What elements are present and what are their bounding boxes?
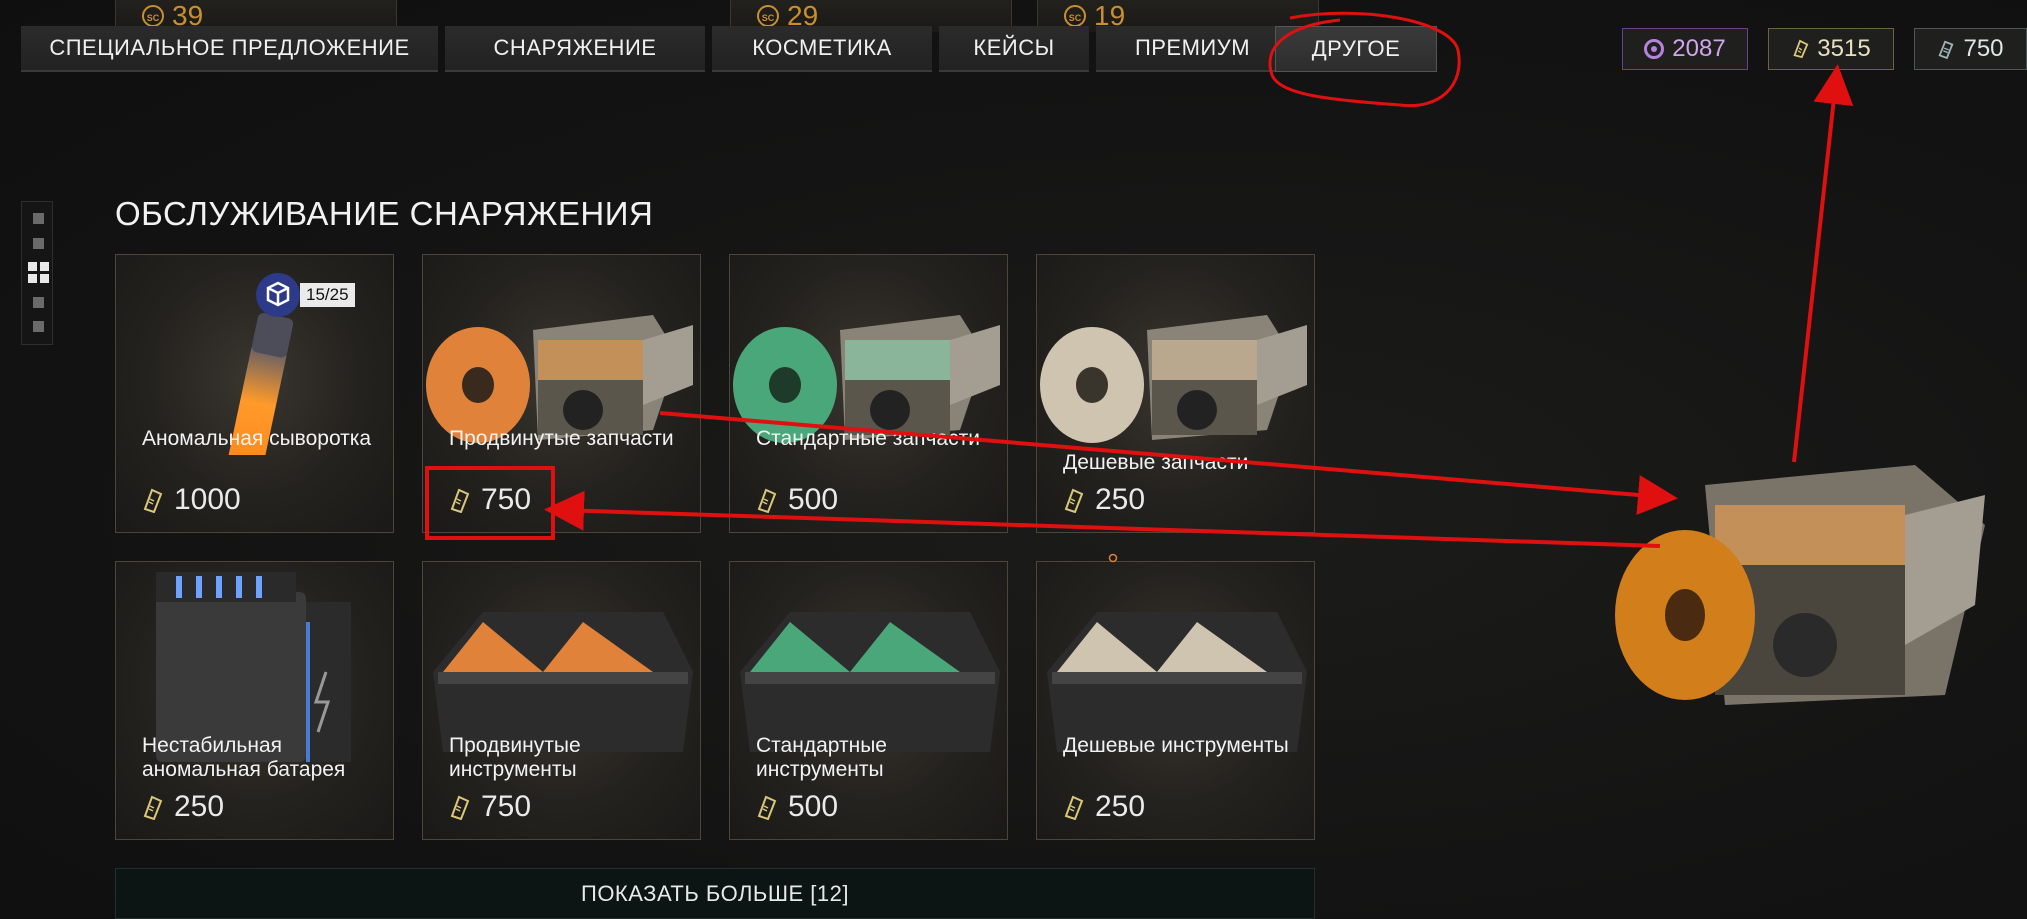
item-price: 500	[756, 790, 838, 824]
item-price: 250	[142, 790, 224, 824]
item-card-standard-tools[interactable]: Стандартные инструменты 500	[729, 561, 1008, 840]
tab-special-offer[interactable]: СПЕЦИАЛЬНОЕ ПРЕДЛОЖЕНИЕ	[21, 26, 438, 72]
item-price: 750	[449, 790, 531, 824]
top-price-value: 39	[172, 0, 204, 31]
sc-coin-icon: SC	[1064, 5, 1086, 27]
currency-premium-value: 2087	[1672, 35, 1726, 62]
item-name: Дешевые инструменты	[1063, 734, 1289, 757]
side-nav-dot[interactable]	[33, 297, 44, 308]
item-name: Дешевые запчасти	[1063, 451, 1249, 474]
top-price-value: 19	[1094, 0, 1126, 31]
token-icon	[1793, 39, 1809, 59]
side-nav-dot[interactable]	[33, 321, 44, 332]
currency-tokens[interactable]: 3515	[1768, 28, 1894, 70]
token-icon	[450, 795, 470, 820]
item-price-value: 750	[481, 790, 532, 823]
currency-tickets-value: 750	[1963, 35, 2004, 62]
top-partial-price: SC 29	[757, 0, 819, 31]
item-price: 500	[756, 483, 838, 517]
token-icon	[143, 488, 163, 513]
item-card-advanced-parts[interactable]: Продвинутые запчасти 750	[422, 254, 701, 533]
item-card-cheap-tools[interactable]: Дешевые инструменты 250	[1036, 561, 1315, 840]
ticket-icon	[1938, 40, 1954, 60]
limit-cube-icon	[256, 273, 300, 317]
item-price: 250	[1063, 483, 1145, 517]
premium-coin-icon	[1644, 39, 1665, 59]
tab-cases[interactable]: КЕЙСЫ	[939, 26, 1089, 72]
item-price-value: 1000	[174, 483, 241, 516]
purchase-limit-badge: 15/25	[300, 283, 355, 307]
section-side-nav	[21, 201, 53, 345]
item-price-value: 250	[1095, 790, 1146, 823]
side-nav-dot[interactable]	[33, 238, 44, 249]
tab-cosmetics[interactable]: КОСМЕТИКА	[712, 26, 932, 72]
item-name: Стандартные запчасти	[756, 427, 980, 450]
section-title: ОБСЛУЖИВАНИЕ СНАРЯЖЕНИЯ	[115, 195, 654, 232]
parts-box-icon	[426, 315, 693, 443]
item-price-value: 500	[788, 483, 839, 516]
top-partial-price: SC 19	[1064, 0, 1126, 31]
item-name: Продвинутые инструменты	[449, 734, 581, 781]
item-card-anomalous-serum[interactable]: 15/25 Аномальная сыворотка 1000	[115, 254, 394, 533]
item-price: 750	[449, 483, 531, 517]
item-price-value: 500	[788, 790, 839, 823]
side-nav-dot[interactable]	[33, 213, 44, 224]
parts-box-icon	[1040, 315, 1307, 443]
sc-coin-icon: SC	[142, 5, 164, 27]
item-price: 1000	[142, 483, 241, 517]
item-name: Нестабильная аномальная батарея	[142, 734, 346, 781]
tab-other[interactable]: ДРУГОЕ	[1275, 26, 1437, 72]
item-price-value: 750	[481, 483, 532, 516]
advanced-parts-preview-image	[1615, 465, 1985, 705]
show-more-button[interactable]: ПОКАЗАТЬ БОЛЬШЕ [12]	[115, 868, 1315, 919]
toolbox-icon	[1047, 612, 1307, 752]
item-price: 250	[1063, 790, 1145, 824]
token-icon	[1064, 488, 1084, 513]
item-card-cheap-parts[interactable]: Дешевые запчасти 250	[1036, 254, 1315, 533]
item-price-value: 250	[1095, 483, 1146, 516]
item-price-value: 250	[174, 790, 225, 823]
currency-tickets[interactable]: 750	[1914, 28, 2027, 70]
sc-coin-icon: SC	[757, 5, 779, 27]
item-name: Аномальная сыворотка	[142, 427, 372, 450]
token-icon	[450, 488, 470, 513]
tab-premium[interactable]: ПРЕМИУМ	[1096, 26, 1289, 72]
item-card-advanced-tools[interactable]: Продвинутые инструменты 750	[422, 561, 701, 840]
tab-equipment[interactable]: СНАРЯЖЕНИЕ	[445, 26, 705, 72]
token-icon	[1064, 795, 1084, 820]
currency-premium[interactable]: 2087	[1622, 28, 1748, 70]
token-icon	[143, 795, 163, 820]
item-card-standard-parts[interactable]: Стандартные запчасти 500	[729, 254, 1008, 533]
item-card-unstable-battery[interactable]: Нестабильная аномальная батарея 250	[115, 561, 394, 840]
toolbox-icon	[433, 612, 693, 752]
top-partial-price: SC 39	[142, 0, 204, 31]
token-icon	[757, 488, 777, 513]
battery-icon	[156, 572, 351, 762]
item-name: Стандартные инструменты	[756, 734, 887, 781]
item-name: Продвинутые запчасти	[449, 427, 674, 450]
toolbox-icon	[740, 612, 1000, 752]
token-icon	[757, 795, 777, 820]
grid-icon[interactable]	[28, 262, 50, 284]
top-price-value: 29	[787, 0, 819, 31]
currency-tokens-value: 3515	[1817, 35, 1871, 62]
parts-box-icon	[733, 315, 1000, 443]
